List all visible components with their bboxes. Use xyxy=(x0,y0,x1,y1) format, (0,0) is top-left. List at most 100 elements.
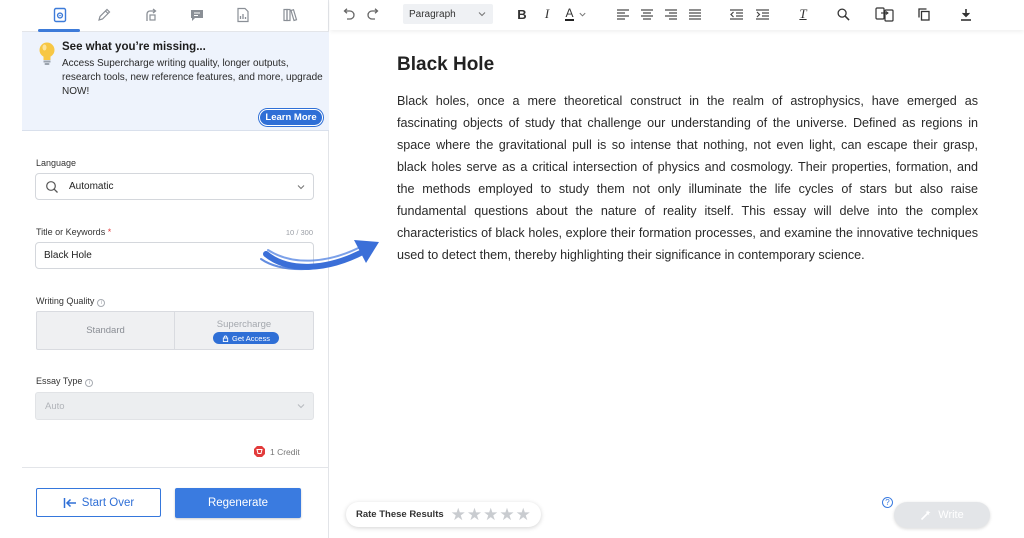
indent-icon xyxy=(755,8,769,20)
curved-arrow-icon xyxy=(260,240,379,271)
pencil-icon xyxy=(98,8,111,21)
outdent-button[interactable] xyxy=(728,5,744,23)
language-select[interactable]: Automatic xyxy=(35,173,314,200)
chevron-down-icon xyxy=(478,12,486,17)
align-right-button[interactable] xyxy=(664,5,678,23)
help-icon[interactable]: ? xyxy=(882,497,893,508)
rating-widget: Rate These Results ★ ★ ★ ★ ★ xyxy=(346,502,541,527)
star-icon[interactable]: ★ xyxy=(467,506,482,523)
clear-format-button[interactable]: T xyxy=(795,5,811,23)
write-label: Write xyxy=(938,509,964,521)
font-color-label: A xyxy=(565,6,574,21)
download-button[interactable] xyxy=(958,5,974,23)
tool-tab-essay[interactable] xyxy=(48,4,72,26)
upgrade-title: See what you’re missing... xyxy=(62,41,206,53)
gear-doc-icon xyxy=(53,7,67,23)
rate-results-label: Rate These Results xyxy=(356,509,444,520)
language-value: Automatic xyxy=(69,181,114,192)
required-mark: * xyxy=(107,227,112,237)
redo-icon xyxy=(367,8,379,20)
align-center-icon xyxy=(641,8,653,20)
app-root: See what you’re missing... Access Superc… xyxy=(0,0,1024,538)
quality-standard-option[interactable]: Standard xyxy=(37,312,175,349)
write-button[interactable]: Write xyxy=(894,502,990,528)
editor-toolbar: Paragraph B I A T xyxy=(330,0,1024,30)
copy-button[interactable] xyxy=(916,5,932,23)
star-icon[interactable]: ★ xyxy=(451,506,466,523)
compare-button[interactable] xyxy=(874,5,896,23)
align-left-icon xyxy=(617,8,629,20)
tool-tab-rewrite[interactable] xyxy=(139,4,163,26)
bold-button[interactable]: B xyxy=(514,5,530,23)
upgrade-banner: See what you’re missing... Access Superc… xyxy=(22,32,329,131)
download-icon xyxy=(961,8,971,21)
undo-button[interactable] xyxy=(340,5,356,23)
learn-more-button[interactable]: Learn More xyxy=(259,109,323,126)
essay-type-value: Auto xyxy=(45,400,65,412)
redo-button[interactable] xyxy=(366,5,382,23)
info-icon[interactable]: i xyxy=(85,379,94,387)
chevron-down-icon xyxy=(578,12,586,17)
align-justify-icon xyxy=(689,8,701,20)
language-label: Language xyxy=(36,158,77,168)
books-icon xyxy=(283,8,298,22)
chat-icon xyxy=(191,10,203,21)
paragraph-style-value: Paragraph xyxy=(409,8,456,20)
upgrade-description: Access Supercharge writing quality, long… xyxy=(62,58,323,97)
start-over-label: Start Over xyxy=(81,496,135,509)
tool-tab-report[interactable] xyxy=(231,4,255,26)
star-icon[interactable]: ★ xyxy=(483,506,498,523)
star-icon[interactable]: ★ xyxy=(499,506,514,523)
title-keywords-label-text: Title or Keywords xyxy=(36,227,106,237)
regenerate-button[interactable]: Regenerate xyxy=(175,488,301,518)
supercharge-label: Supercharge xyxy=(216,319,272,330)
title-keywords-label: Title or Keywords * xyxy=(36,227,111,237)
compare-documents-icon xyxy=(875,6,894,22)
find-button[interactable] xyxy=(835,5,851,23)
search-icon xyxy=(836,7,850,21)
copy-icon xyxy=(918,7,930,21)
tool-tab-chat[interactable] xyxy=(185,4,209,26)
font-color-button[interactable]: A xyxy=(562,5,590,23)
chevron-down-icon xyxy=(297,404,305,409)
writing-quality-toggle: Standard Supercharge Get Access xyxy=(36,311,314,350)
chevron-down-icon xyxy=(297,185,305,190)
lightbulb-icon xyxy=(39,42,55,65)
writing-quality-label-text: Writing Quality xyxy=(36,296,95,306)
get-access-label: Get Access xyxy=(232,333,270,343)
essay-type-select[interactable]: Auto xyxy=(35,392,314,420)
tool-tab-write[interactable] xyxy=(92,4,116,26)
get-access-badge[interactable]: Get Access xyxy=(213,332,279,344)
quality-supercharge-option[interactable]: Supercharge Get Access xyxy=(175,312,313,349)
document-title[interactable]: Black Hole xyxy=(397,54,494,76)
align-justify-button[interactable] xyxy=(688,5,702,23)
start-over-button[interactable]: Start Over xyxy=(36,488,161,517)
info-icon[interactable]: i xyxy=(97,299,106,307)
credit-indicator: 1 Credit xyxy=(253,445,300,458)
tool-tabs xyxy=(22,0,329,32)
rewrite-icon xyxy=(146,8,157,21)
undo-icon xyxy=(343,8,355,20)
document-body[interactable]: Black holes, once a mere theoretical con… xyxy=(397,90,978,266)
magic-wand-icon xyxy=(921,510,931,521)
indent-button[interactable] xyxy=(754,5,770,23)
italic-button[interactable]: I xyxy=(540,5,554,23)
divider xyxy=(22,467,329,468)
align-left-button[interactable] xyxy=(616,5,630,23)
tool-tab-library[interactable] xyxy=(278,4,302,26)
lock-icon xyxy=(222,335,229,342)
align-center-button[interactable] xyxy=(640,5,654,23)
document-chart-icon xyxy=(237,7,249,23)
star-rating: ★ ★ ★ ★ ★ xyxy=(451,506,531,523)
credit-icon xyxy=(254,446,265,457)
search-icon xyxy=(46,180,58,193)
paragraph-style-select[interactable]: Paragraph xyxy=(403,4,493,24)
outdent-icon xyxy=(729,8,743,20)
credit-label: 1 Credit xyxy=(270,446,300,457)
writing-quality-label: Writing Quality i xyxy=(36,296,106,307)
essay-type-label-text: Essay Type xyxy=(36,376,83,386)
star-icon[interactable]: ★ xyxy=(516,506,531,523)
arrow-left-bar-icon xyxy=(63,497,76,508)
align-right-icon xyxy=(665,8,677,20)
essay-type-label: Essay Type i xyxy=(36,376,94,387)
